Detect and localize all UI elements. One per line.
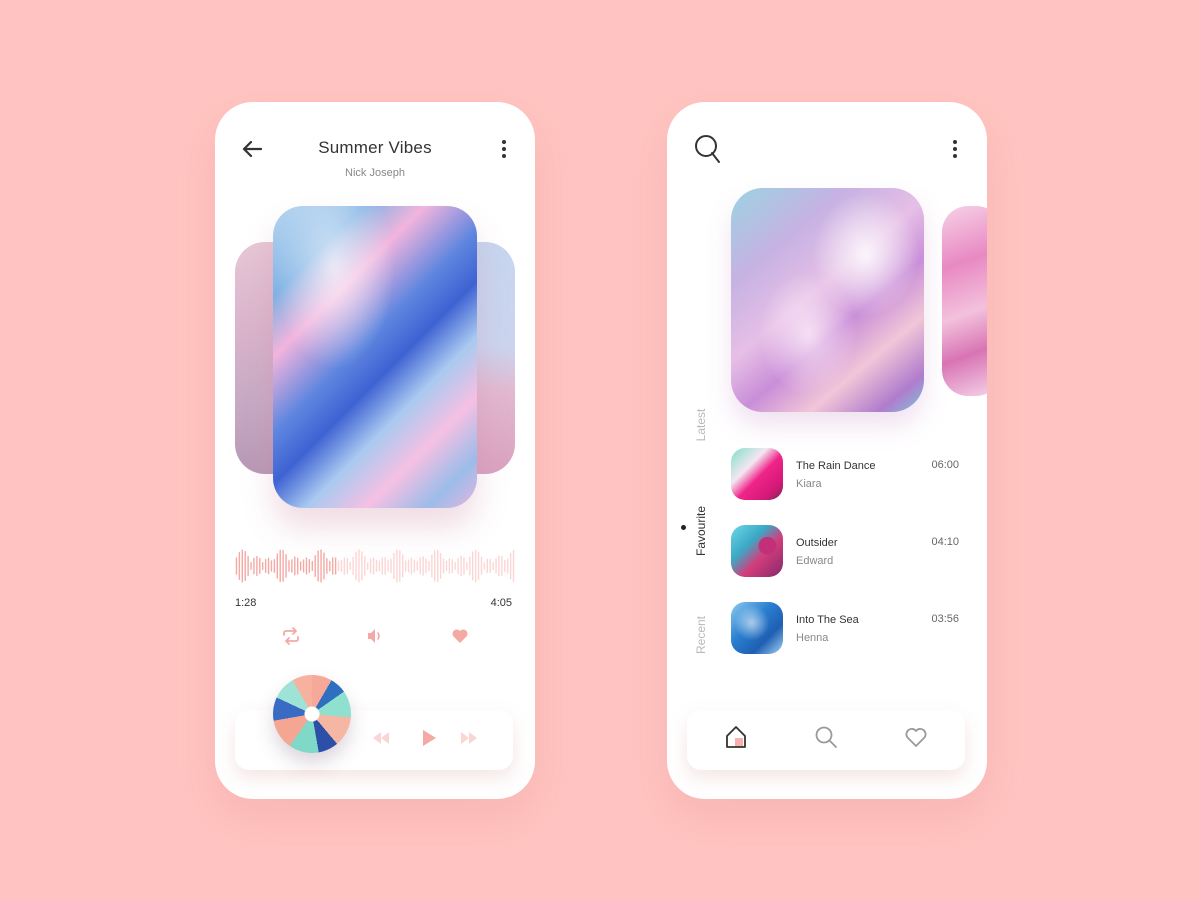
track-item[interactable]: Outsider Edward 04:10: [731, 525, 961, 579]
home-icon[interactable]: [723, 724, 749, 750]
heart-icon[interactable]: [450, 626, 470, 646]
search-icon[interactable]: [693, 132, 723, 166]
track-title: The Rain Dance: [796, 460, 876, 472]
track-thumbnail: [731, 525, 783, 577]
track-duration: 04:10: [931, 536, 959, 548]
tab-latest[interactable]: Latest: [694, 395, 708, 455]
heart-icon[interactable]: [903, 724, 929, 750]
active-tab-indicator: [681, 525, 686, 530]
library-screen: Latest Favourite Recent The Rain Dance K…: [667, 102, 987, 799]
track-artist: Kiara: [796, 478, 822, 490]
player-screen: Summer Vibes Nick Joseph 1:28 4:05: [215, 102, 535, 799]
track-artist: Edward: [796, 555, 834, 567]
featured-album-art[interactable]: [731, 188, 924, 412]
album-disc[interactable]: [273, 675, 351, 753]
song-title: Summer Vibes: [318, 138, 432, 157]
repeat-icon[interactable]: [281, 626, 301, 646]
track-thumbnail: [731, 448, 783, 500]
song-artist: Nick Joseph: [345, 167, 405, 179]
elapsed-time: 1:28: [235, 597, 257, 609]
fast-forward-icon[interactable]: [458, 727, 480, 749]
track-duration: 03:56: [931, 613, 959, 625]
volume-icon[interactable]: [365, 626, 385, 646]
track-item[interactable]: Into The Sea Henna 03:56: [731, 602, 961, 656]
track-item[interactable]: The Rain Dance Kiara 06:00: [731, 448, 961, 502]
track-title: Outsider: [796, 537, 838, 549]
tab-recent[interactable]: Recent: [694, 605, 708, 665]
search-icon[interactable]: [813, 724, 839, 750]
total-duration: 4:05: [490, 597, 512, 609]
track-title: Into The Sea: [796, 614, 859, 626]
rewind-icon[interactable]: [370, 727, 392, 749]
more-options-icon[interactable]: [945, 136, 965, 162]
current-album-art[interactable]: [273, 206, 477, 508]
more-options-icon[interactable]: [494, 136, 514, 162]
track-duration: 06:00: [931, 459, 959, 471]
play-icon[interactable]: [418, 727, 440, 749]
track-thumbnail: [731, 602, 783, 654]
next-featured-album-art[interactable]: [942, 206, 987, 396]
track-artist: Henna: [796, 632, 829, 644]
tab-favourite[interactable]: Favourite: [694, 501, 708, 561]
audio-waveform[interactable]: [235, 548, 515, 584]
